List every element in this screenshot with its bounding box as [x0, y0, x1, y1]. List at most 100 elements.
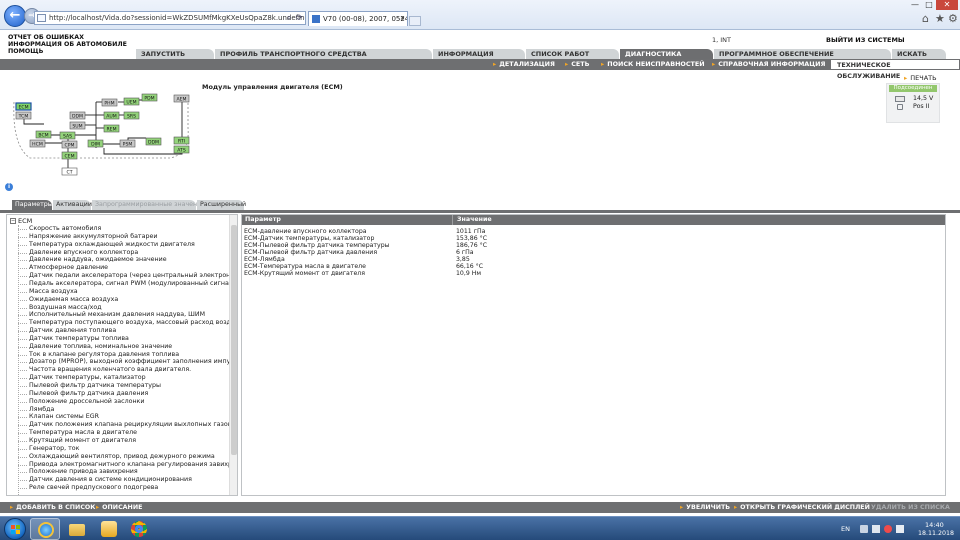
tab-start[interactable]: ЗАПУСТИТЬ — [136, 49, 214, 59]
network-node-aum[interactable]: AUM — [103, 111, 120, 119]
tree-item[interactable]: Давление наддува, ожидаемое значение — [29, 256, 229, 264]
back-button[interactable]: ← — [4, 5, 26, 27]
network-node-ddm[interactable]: DDM — [69, 111, 86, 119]
taskbar-ie[interactable] — [30, 518, 60, 540]
network-node-ddm[interactable]: DDM — [145, 137, 162, 145]
tree-item[interactable]: Ток в клапане регулятора давления топлив… — [29, 351, 229, 359]
clock-date[interactable]: 18.11.2018 — [918, 530, 954, 537]
tab-parameters[interactable]: Параметры — [12, 200, 53, 210]
tab-activations[interactable]: Активации — [53, 200, 92, 210]
taskbar-chrome[interactable] — [124, 518, 154, 540]
info-icon[interactable]: i — [5, 183, 13, 191]
favorites-star-icon[interactable]: ★ — [935, 12, 945, 25]
table-row-parameter[interactable]: ECM-Пылевой фильтр датчика температуры — [244, 242, 390, 249]
tree-item[interactable]: Датчик температуры, катализатор — [29, 374, 229, 382]
tree-item[interactable]: Датчик положения клапана рециркуляции вы… — [29, 421, 229, 429]
network-node-ats[interactable]: ATS — [173, 145, 190, 153]
tree-item[interactable]: Исполнительный механизм давления наддува… — [29, 311, 229, 319]
column-divider[interactable] — [452, 215, 453, 225]
network-node-rem[interactable]: REM — [103, 124, 120, 132]
window-close-icon[interactable]: ✕ — [936, 0, 958, 10]
tab-advanced[interactable]: Расширенный — [197, 200, 246, 210]
tab-close-icon[interactable]: ✕ — [400, 12, 405, 26]
network-node-sum[interactable]: SUM — [69, 121, 86, 129]
tree-item[interactable]: Лямбда — [29, 406, 229, 414]
tree-root-ecm[interactable]: − ECM — [10, 217, 32, 225]
add-to-list-button[interactable]: ▸ ДОБАВИТЬ В СПИСОК — [10, 502, 95, 513]
tree-item[interactable]: Атмосферное давление — [29, 264, 229, 272]
scrollbar-thumb[interactable] — [231, 225, 237, 455]
table-row-parameter[interactable]: ECM-Лямбда — [244, 256, 285, 263]
network-node-bcm[interactable]: BCM — [35, 130, 52, 138]
tree-item[interactable]: Воздушная масса/ход — [29, 304, 229, 312]
network-node-ct[interactable]: CT — [61, 167, 78, 175]
tree-item[interactable]: Пылевой фильтр датчика давления — [29, 390, 229, 398]
tree-scrollbar[interactable] — [229, 215, 237, 495]
tab-work-list[interactable]: СПИСОК РАБОТ — [526, 49, 619, 59]
tree-item[interactable]: Педаль акселератора, сигнал PWM (модулир… — [29, 280, 229, 288]
tree-item[interactable]: Положение привода завихрения — [29, 468, 229, 476]
tray-arrow-icon[interactable] — [860, 525, 868, 533]
tree-item[interactable]: Охлаждающий вентилятор, привод дежурного… — [29, 453, 229, 461]
tree-item[interactable]: Датчик педали акселератора (через центра… — [29, 272, 229, 280]
subtab-troubleshooting[interactable]: ▸ ПОИСК НЕИСПРАВНОСТЕЙ — [601, 59, 705, 70]
tree-item[interactable]: Пылевой фильтр датчика температуры — [29, 382, 229, 390]
new-tab-button[interactable] — [409, 16, 421, 26]
language-indicator[interactable]: EN — [841, 525, 850, 533]
tab-software[interactable]: ПРОГРАММНОЕ ОБЕСПЕЧЕНИЕ — [714, 49, 891, 59]
zoom-button[interactable]: ▸ УВЕЛИЧИТЬ — [680, 502, 730, 513]
refresh-icon[interactable]: ⟳ — [296, 11, 303, 25]
tree-item[interactable]: Реле свечей предпускового подогрева — [29, 484, 229, 492]
network-icon[interactable] — [872, 525, 880, 533]
network-node-pdm[interactable]: PDM — [141, 93, 158, 101]
tab-vehicle-profile[interactable]: ПРОФИЛЬ ТРАНСПОРТНОГО СРЕДСТВА — [215, 49, 432, 59]
table-row-parameter[interactable]: ECM-Пылевой фильтр датчика давления — [244, 249, 377, 256]
tree-item[interactable]: Частота вращения коленчатого вала двигат… — [29, 366, 229, 374]
fault-report-link[interactable]: ОТЧЕТ ОБ ОШИБКАХ — [8, 34, 127, 41]
network-node-tcm[interactable]: TCM — [15, 111, 32, 119]
tree-item[interactable]: Клапан системы EGR — [29, 413, 229, 421]
tree-item[interactable]: Масса воздуха — [29, 288, 229, 296]
tree-item[interactable]: Датчик давления в системе кондиционирова… — [29, 476, 229, 484]
table-row-parameter[interactable]: ECM-Крутящий момент от двигателя — [244, 270, 365, 277]
subtab-details[interactable]: ▸ ДЕТАЛИЗАЦИЯ — [493, 59, 555, 70]
taskbar-media[interactable] — [94, 518, 124, 540]
tab-information[interactable]: ИНФОРМАЦИЯ — [433, 49, 525, 59]
address-bar[interactable]: http://localhost/Vida.do?sessionid=WkZDS… — [34, 11, 306, 25]
tree-item[interactable]: Напряжение аккумуляторной батареи — [29, 233, 229, 241]
network-node-cpm[interactable]: CPM — [61, 140, 78, 148]
column-value[interactable]: Значение — [457, 215, 492, 225]
home-icon[interactable]: ⌂ — [922, 12, 929, 25]
tree-item[interactable]: Давление топлива, номинальное значение — [29, 343, 229, 351]
tab-diagnostics[interactable]: ДИАГНОСТИКА — [620, 49, 713, 59]
search-icon[interactable]: ⌕ — [287, 11, 291, 25]
network-node-psm[interactable]: PSM — [119, 139, 136, 147]
subtab-network[interactable]: ▸ СЕТЬ — [565, 59, 590, 70]
tree-item[interactable]: Положение дроссельной заслонки — [29, 398, 229, 406]
tree-item[interactable]: Температура охлаждающей жидкости двигате… — [29, 241, 229, 249]
vehicle-info-link[interactable]: ИНФОРМАЦИЯ ОБ АВТОМОБИЛЕ — [8, 41, 127, 48]
volume-icon[interactable] — [896, 525, 904, 533]
subtab-reference[interactable]: ▸ СПРАВОЧНАЯ ИНФОРМАЦИЯ — [712, 59, 825, 70]
open-graph-button[interactable]: ▸ ОТКРЫТЬ ГРАФИЧЕСКИЙ ДИСПЛЕЙ — [734, 502, 870, 513]
network-node-ecm[interactable]: ECM — [15, 102, 32, 111]
help-link[interactable]: ПОМОЩЬ — [8, 48, 127, 55]
gear-icon[interactable]: ⚙ — [948, 12, 958, 25]
network-node-hcm[interactable]: HCM — [29, 139, 46, 147]
print-link[interactable]: ▸ ПЕЧАТЬ — [904, 74, 937, 82]
taskbar-explorer[interactable] — [62, 518, 92, 540]
action-center-icon[interactable] — [884, 525, 892, 533]
tree-item[interactable]: Крутящий момент от двигателя — [29, 437, 229, 445]
tree-item[interactable]: Ожидаемая масса воздуха — [29, 296, 229, 304]
tree-item[interactable]: Дозатор (MPROP), выходной коэффициент за… — [29, 358, 229, 366]
table-row-parameter[interactable]: ECM-Датчик температуры, катализатор — [244, 235, 374, 242]
logout-link[interactable]: ВЫЙТИ ИЗ СИСТЕМЫ — [826, 36, 905, 44]
table-row-parameter[interactable]: ECM-Температура масла в двигателе — [244, 263, 366, 270]
table-row-parameter[interactable]: ECM-давление впускного коллектора — [244, 228, 367, 235]
tree-item[interactable]: Датчик температуры топлива — [29, 335, 229, 343]
tree-item[interactable]: Давление впускного коллектора — [29, 249, 229, 257]
network-node-aem[interactable]: AEM — [173, 94, 190, 102]
browser-tab[interactable]: V70 (00-08), 2007, 0524474, ... ✕ — [308, 11, 408, 26]
tree-item[interactable]: Привода электромагнитного клапана регули… — [29, 461, 229, 469]
tree-item[interactable]: Температура поступающего воздуха, массов… — [29, 319, 229, 327]
